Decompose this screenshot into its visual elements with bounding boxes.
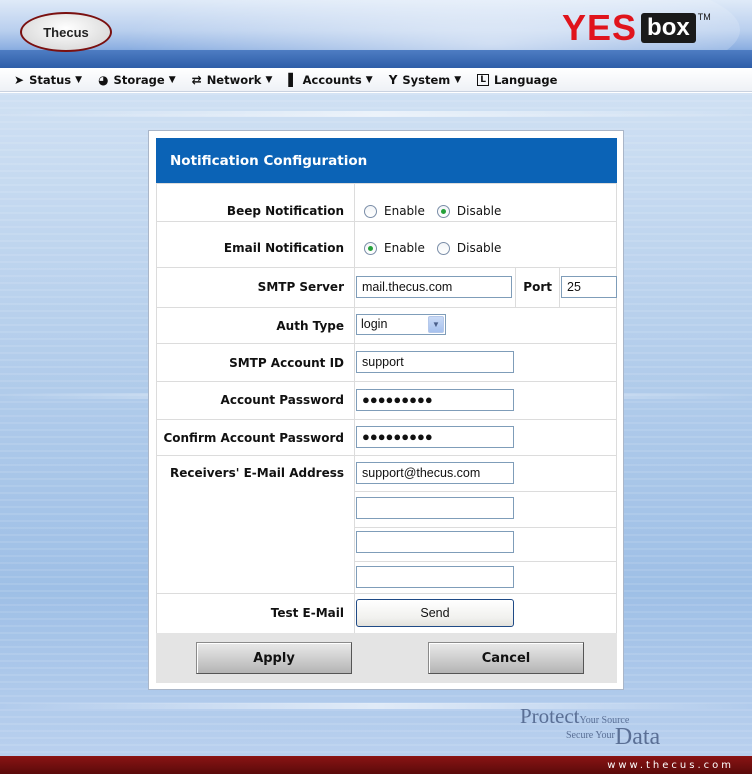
thecus-logo: Thecus (20, 12, 112, 52)
row-divider (354, 491, 617, 492)
header-band (0, 50, 752, 68)
email-notification-label: Email Notification (223, 241, 344, 255)
chevron-down-icon[interactable]: ▼ (428, 316, 444, 333)
row-divider (156, 419, 617, 420)
column-divider (354, 183, 355, 633)
receiver-email-input-2[interactable] (356, 497, 514, 519)
row-divider (156, 455, 617, 456)
menu-network[interactable]: ⇄ Network ▼ (192, 73, 273, 87)
auth-type-select[interactable]: login ▼ (356, 314, 446, 335)
row-divider (354, 527, 617, 528)
yesbox-logo-box: box (641, 13, 696, 43)
smtp-server-input[interactable]: mail.thecus.com (356, 276, 512, 298)
chevron-down-icon: ▼ (454, 74, 462, 85)
confirm-password-label: Confirm Account Password (163, 431, 344, 445)
auth-type-value: login (361, 317, 388, 331)
menu-language[interactable]: L Language (477, 73, 557, 87)
footer-bar: www.thecus.com (0, 756, 752, 774)
auth-type-label: Auth Type (276, 319, 344, 333)
receiver-email-input-1[interactable]: support@thecus.com (356, 462, 514, 484)
beep-notification-radio-group: Enable Disable (364, 204, 513, 218)
receivers-email-label: Receivers' E-Mail Address (169, 466, 344, 480)
column-divider (515, 267, 516, 307)
yesbox-logo-tm: TM (697, 12, 711, 22)
send-test-email-button[interactable]: Send (356, 599, 514, 627)
menu-system-label: System (402, 72, 451, 87)
row-divider (156, 343, 617, 344)
beep-notification-label: Beep Notification (226, 204, 344, 218)
receiver-email-input-3[interactable] (356, 531, 514, 553)
status-icon: ➤ (14, 72, 25, 87)
system-icon: Y (388, 72, 398, 87)
beep-enable-label: Enable (384, 204, 425, 218)
confirm-password-input[interactable]: ●●●●●●●●● (356, 426, 514, 448)
port-input[interactable]: 25 (561, 276, 617, 298)
beep-disable-radio[interactable] (436, 204, 450, 218)
tagline-secure-your: Secure Your (566, 730, 615, 741)
account-password-input[interactable]: ●●●●●●●●● (356, 389, 514, 411)
thecus-logo-text: Thecus (43, 24, 89, 40)
email-notification-radio-group: Enable Disable (364, 241, 513, 255)
bg-streak (0, 111, 752, 117)
chevron-down-icon: ▼ (265, 74, 273, 85)
accounts-icon: ▌ (288, 72, 298, 87)
menu-language-label: Language (493, 72, 558, 87)
menu-status[interactable]: ➤ Status ▼ (14, 73, 82, 87)
test-email-label: Test E-Mail (270, 606, 344, 620)
email-disable-label: Disable (456, 241, 502, 255)
beep-disable-label: Disable (456, 204, 502, 218)
storage-icon: ◕ (98, 72, 109, 87)
smtp-server-label: SMTP Server (257, 280, 344, 294)
email-disable-radio[interactable] (436, 241, 450, 255)
row-divider (156, 593, 617, 594)
menu-accounts[interactable]: ▌ Accounts ▼ (288, 73, 372, 87)
row-divider (156, 267, 617, 268)
main-menu: ➤ Status ▼ ◕ Storage ▼ ⇄ Network ▼ ▌ Acc… (0, 68, 752, 92)
menu-accounts-label: Accounts (302, 72, 362, 87)
menu-storage[interactable]: ◕ Storage ▼ (98, 73, 176, 87)
notification-panel: Notification Configuration Beep Notifica… (148, 130, 624, 690)
beep-enable-radio[interactable] (364, 204, 377, 218)
tagline-data: Data (614, 724, 661, 750)
yesbox-logo-yes: YES (562, 7, 638, 48)
receiver-email-input-4[interactable] (356, 566, 514, 588)
header-banner: Thecus YES box TM (0, 0, 752, 68)
menu-system[interactable]: Y System ▼ (389, 73, 462, 87)
panel-title: Notification Configuration (156, 138, 617, 183)
apply-button[interactable]: Apply (196, 642, 352, 674)
email-enable-label: Enable (384, 241, 425, 255)
row-divider (156, 221, 617, 222)
language-icon: L (477, 73, 489, 86)
row-divider (156, 183, 617, 184)
menu-storage-label: Storage (113, 72, 165, 87)
smtp-account-id-label: SMTP Account ID (229, 356, 344, 370)
panel-footer: Apply Cancel (156, 633, 617, 683)
chevron-down-icon: ▼ (75, 74, 83, 85)
footer-url: www.thecus.com (607, 759, 734, 771)
cancel-button[interactable]: Cancel (428, 642, 584, 674)
column-divider (616, 183, 617, 633)
row-divider (156, 381, 617, 382)
column-divider (559, 267, 560, 307)
smtp-account-id-input[interactable]: support (356, 351, 514, 373)
menu-status-label: Status (29, 72, 72, 87)
yesbox-logo: YES box TM (562, 7, 711, 48)
tagline-line-2: Secure YourData (566, 724, 660, 751)
chevron-down-icon: ▼ (365, 74, 373, 85)
column-divider (156, 183, 157, 633)
tagline: ProtectYour Source Secure YourData (520, 704, 720, 750)
row-divider (156, 307, 617, 308)
network-icon: ⇄ (191, 72, 202, 87)
email-enable-radio[interactable] (364, 241, 377, 255)
menu-network-label: Network (206, 72, 262, 87)
port-label: Port (523, 280, 552, 294)
row-divider (354, 561, 617, 562)
chevron-down-icon: ▼ (168, 74, 176, 85)
account-password-label: Account Password (220, 393, 344, 407)
